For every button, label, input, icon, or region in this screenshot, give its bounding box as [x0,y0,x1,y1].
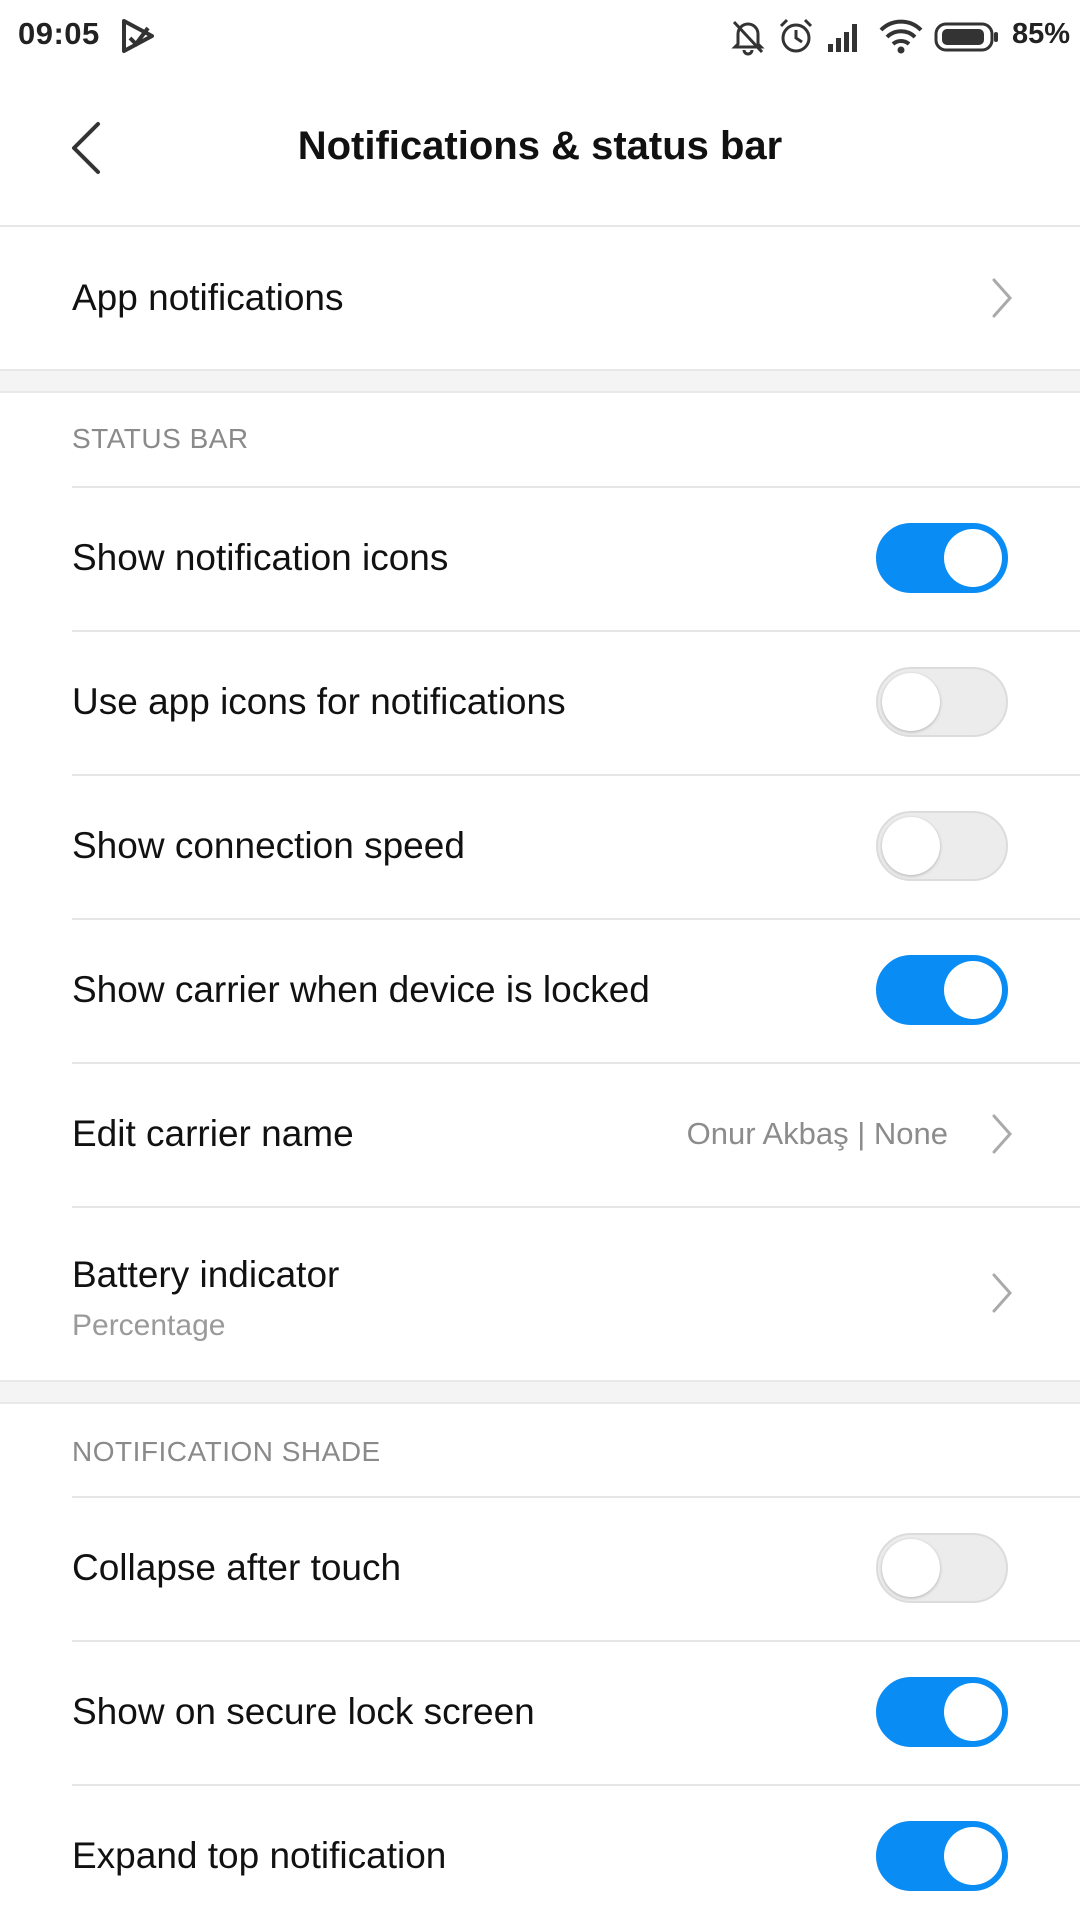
carrier-name-value: Onur Akbaş | None [686,1116,948,1151]
section-gap [0,1380,1080,1404]
use-app-icons-label: Use app icons for notifications [72,681,566,722]
show-carrier-locked-row[interactable]: Show carrier when device is locked [0,918,1080,1062]
show-carrier-locked-toggle[interactable] [876,955,1008,1025]
use-app-icons-row[interactable]: Use app icons for notifications [0,630,1080,774]
status-bar: 09:05 85% [0,0,1080,72]
edit-carrier-name-row[interactable]: Edit carrier name Onur Akbaş | None [0,1062,1080,1206]
row-divider [72,1496,1080,1498]
show-connection-speed-row[interactable]: Show connection speed [0,774,1080,918]
edit-carrier-name-label: Edit carrier name [72,1113,354,1154]
alarm-icon [779,18,813,53]
row-divider [72,630,1080,632]
use-app-icons-toggle[interactable] [876,667,1008,737]
row-divider [72,486,1080,488]
section-gap [0,369,1080,393]
collapse-after-touch-row[interactable]: Collapse after touch [0,1496,1080,1640]
section-header-notification-shade: NOTIFICATION SHADE [72,1436,381,1467]
battery-icon [934,22,998,52]
row-divider [72,1784,1080,1786]
row-divider [72,1206,1080,1208]
show-on-secure-lock-row[interactable]: Show on secure lock screen [0,1640,1080,1784]
chevron-right-icon [992,1114,1013,1154]
app-notifications-label: App notifications [72,277,344,318]
app-notifications-block: App notifications [0,227,1080,369]
wifi-icon [879,19,923,54]
row-divider [72,774,1080,776]
show-connection-speed-toggle[interactable] [876,811,1008,881]
section-header-status-bar: STATUS BAR [72,423,249,454]
notification-shade-section: NOTIFICATION SHADE Collapse after touch … [0,1404,1080,1920]
play-store-icon [122,19,154,53]
expand-top-notification-row[interactable]: Expand top notification [0,1784,1080,1928]
show-notification-icons-label: Show notification icons [72,537,449,578]
show-on-secure-lock-label: Show on secure lock screen [72,1691,535,1732]
row-divider [72,1640,1080,1642]
show-on-secure-lock-toggle[interactable] [876,1677,1008,1747]
app-header: Notifications & status bar [0,72,1080,227]
status-bar-section: STATUS BAR Show notification icons Use a… [0,393,1080,1380]
battery-indicator-label: Battery indicator [72,1254,340,1295]
battery-indicator-subtitle: Percentage [72,1309,226,1342]
expand-top-notification-toggle[interactable] [876,1821,1008,1891]
chevron-right-icon [992,278,1013,318]
collapse-after-touch-label: Collapse after touch [72,1547,402,1588]
bell-off-icon [731,20,765,56]
show-notification-icons-row[interactable]: Show notification icons [0,486,1080,630]
show-connection-speed-label: Show connection speed [72,825,465,866]
page-title: Notifications & status bar [297,124,783,168]
show-notification-icons-toggle[interactable] [876,523,1008,593]
show-carrier-locked-label: Show carrier when device is locked [72,969,650,1010]
status-time: 09:05 [18,16,100,51]
battery-percent: 85% [1011,18,1070,50]
chevron-right-icon [992,1273,1013,1313]
collapse-after-touch-toggle[interactable] [876,1533,1008,1603]
expand-top-notification-label: Expand top notification [72,1835,447,1876]
signal-icon [828,24,857,52]
app-notifications-row[interactable]: App notifications [0,227,1080,369]
row-divider [72,918,1080,920]
row-divider [72,1062,1080,1064]
battery-indicator-row[interactable]: Battery indicator Percentage [0,1206,1080,1380]
